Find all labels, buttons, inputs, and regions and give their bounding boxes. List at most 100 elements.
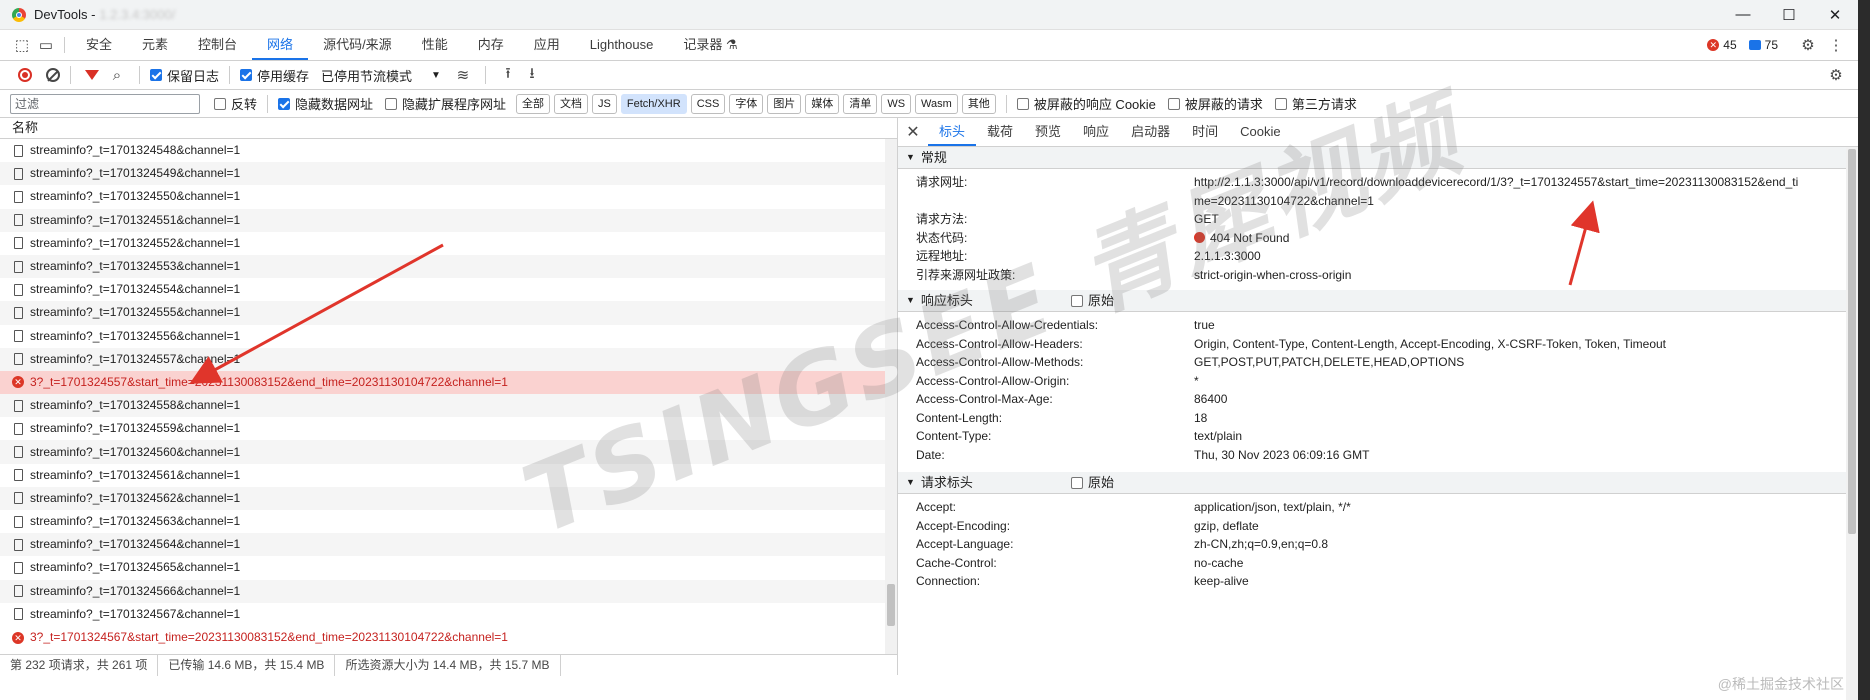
header-value[interactable]: zh-CN,zh;q=0.9,en;q=0.8: [1194, 535, 1846, 554]
header-value[interactable]: 86400: [1194, 390, 1846, 409]
general-section-header[interactable]: ▼ 常规: [898, 147, 1846, 169]
tab-0[interactable]: 安全: [71, 30, 127, 60]
status-code[interactable]: 404 Not Found: [1194, 229, 1846, 248]
tab-4[interactable]: 源代码/来源: [308, 30, 407, 60]
tab-7[interactable]: 应用: [519, 30, 575, 60]
request-row[interactable]: streaminfo?_t=1701324565&channel=1: [0, 556, 885, 579]
request-row[interactable]: streaminfo?_t=1701324559&channel=1: [0, 417, 885, 440]
scrollbar-thumb[interactable]: [1848, 149, 1856, 534]
header-value[interactable]: Thu, 30 Nov 2023 06:09:16 GMT: [1194, 446, 1846, 465]
response-headers-section-header[interactable]: ▼ 响应标头 原始: [898, 290, 1846, 312]
blocked-cookies-checkbox[interactable]: 被屏蔽的响应 Cookie: [1016, 94, 1156, 113]
type-filter-6[interactable]: 图片: [767, 93, 802, 114]
header-value[interactable]: 18: [1194, 409, 1846, 428]
request-headers-section-header[interactable]: ▼ 请求标头 原始: [898, 472, 1846, 494]
tab-3[interactable]: 网络: [252, 30, 309, 60]
header-value[interactable]: 2.1.1.3:3000: [1194, 247, 1846, 266]
type-filter-4[interactable]: CSS: [690, 93, 726, 114]
request-row[interactable]: streaminfo?_t=1701324548&channel=1: [0, 139, 885, 162]
detail-tab-0[interactable]: 标头: [928, 118, 977, 146]
preserve-log-checkbox[interactable]: 保留日志: [150, 66, 219, 85]
header-value[interactable]: keep-alive: [1194, 572, 1846, 591]
inspect-element-icon[interactable]: ⬚: [10, 33, 34, 57]
request-row[interactable]: streaminfo?_t=1701324558&channel=1: [0, 394, 885, 418]
header-value[interactable]: text/plain: [1194, 427, 1846, 446]
type-filter-1[interactable]: 文档: [554, 93, 589, 114]
request-row[interactable]: streaminfo?_t=1701324554&channel=1: [0, 278, 885, 301]
request-row[interactable]: streaminfo?_t=1701324550&channel=1: [0, 185, 885, 208]
type-filter-0[interactable]: 全部: [516, 93, 551, 114]
header-value[interactable]: http://2.1.1.3:3000/api/v1/record/downlo…: [1194, 173, 1846, 210]
issue-badges[interactable]: ✕ 45 75 ⚙ ⋮: [1707, 33, 1848, 57]
minimize-button[interactable]: —: [1720, 6, 1766, 24]
request-row-error[interactable]: ✕ 3?_t=1701324557&start_time=202311300831…: [0, 370, 885, 395]
header-value[interactable]: gzip, deflate: [1194, 517, 1846, 536]
type-filter-7[interactable]: 媒体: [805, 93, 840, 114]
request-row[interactable]: streaminfo?_t=1701324562&channel=1: [0, 486, 885, 510]
filter-input[interactable]: 过滤: [10, 93, 200, 114]
type-filter-11[interactable]: 其他: [961, 93, 996, 114]
request-row-error[interactable]: ✕ 3?_t=1701324567&start_time=202311300831…: [0, 625, 885, 650]
disable-cache-checkbox[interactable]: 停用缓存: [240, 66, 309, 85]
request-list-scrollbar[interactable]: [885, 139, 897, 654]
stop-recording-icon[interactable]: [18, 68, 32, 82]
header-value[interactable]: application/json, text/plain, */*: [1194, 498, 1846, 517]
request-row[interactable]: streaminfo?_t=1701324551&channel=1: [0, 208, 885, 232]
response-raw-checkbox[interactable]: 原始: [1070, 290, 1114, 311]
tab-5[interactable]: 性能: [407, 30, 463, 60]
request-row[interactable]: streaminfo?_t=1701324553&channel=1: [0, 254, 885, 279]
request-row[interactable]: streaminfo?_t=1701324557&channel=1: [0, 347, 885, 371]
tab-8[interactable]: Lighthouse: [575, 30, 669, 60]
maximize-button[interactable]: ☐: [1766, 6, 1812, 24]
header-value[interactable]: strict-origin-when-cross-origin: [1194, 266, 1846, 285]
invert-checkbox[interactable]: 反转: [214, 94, 257, 113]
wifi-conditions-icon[interactable]: ≋: [451, 63, 475, 87]
request-row[interactable]: streaminfo?_t=1701324549&channel=1: [0, 162, 885, 186]
tab-1[interactable]: 元素: [127, 30, 183, 60]
request-row[interactable]: streaminfo?_t=1701324555&channel=1: [0, 301, 885, 325]
request-row[interactable]: streaminfo?_t=1701324560&channel=1: [0, 440, 885, 464]
export-har-icon[interactable]: ⭳: [520, 63, 544, 87]
type-filter-5[interactable]: 字体: [729, 93, 764, 114]
type-filter-8[interactable]: 清单: [843, 93, 878, 114]
close-detail-icon[interactable]: ✕: [898, 122, 928, 142]
type-filter-9[interactable]: WS: [881, 93, 912, 114]
hide-extension-urls-checkbox[interactable]: 隐藏扩展程序网址: [385, 94, 506, 113]
scrollbar-thumb[interactable]: [887, 584, 895, 626]
detail-tab-4[interactable]: 启动器: [1120, 118, 1181, 146]
detail-tab-5[interactable]: 时间: [1181, 118, 1229, 146]
more-menu-icon[interactable]: ⋮: [1824, 33, 1848, 57]
header-value[interactable]: Origin, Content-Type, Content-Length, Ac…: [1194, 335, 1846, 354]
request-row[interactable]: streaminfo?_t=1701324567&channel=1: [0, 603, 885, 626]
request-row[interactable]: streaminfo?_t=1701324552&channel=1: [0, 232, 885, 255]
name-column-header[interactable]: 名称: [0, 118, 897, 139]
type-filter-3[interactable]: Fetch/XHR: [620, 93, 687, 114]
search-icon[interactable]: ⌕: [105, 63, 129, 87]
close-window-button[interactable]: ✕: [1812, 6, 1858, 24]
header-value[interactable]: *: [1194, 372, 1846, 391]
detail-tab-3[interactable]: 响应: [1072, 118, 1120, 146]
request-row[interactable]: streaminfo?_t=1701324563&channel=1: [0, 510, 885, 533]
tab-6[interactable]: 内存: [463, 30, 519, 60]
device-toolbar-icon[interactable]: ▭: [34, 33, 58, 57]
tab-2[interactable]: 控制台: [183, 30, 252, 60]
type-filter-10[interactable]: Wasm: [915, 93, 958, 114]
request-row[interactable]: streaminfo?_t=1701324561&channel=1: [0, 464, 885, 487]
request-row[interactable]: streaminfo?_t=1701324556&channel=1: [0, 325, 885, 348]
gear-icon[interactable]: ⚙: [1796, 33, 1820, 57]
request-row[interactable]: streaminfo?_t=1701324564&channel=1: [0, 533, 885, 557]
third-party-checkbox[interactable]: 第三方请求: [1274, 94, 1357, 113]
hide-data-urls-checkbox[interactable]: 隐藏数据网址: [278, 94, 373, 113]
tab-9[interactable]: 记录器 ⚗: [668, 30, 752, 60]
clear-icon[interactable]: [46, 68, 60, 82]
header-value[interactable]: GET,POST,PUT,PATCH,DELETE,HEAD,OPTIONS: [1194, 353, 1846, 372]
header-value[interactable]: no-cache: [1194, 554, 1846, 573]
import-har-icon[interactable]: ⭱: [496, 63, 520, 87]
filter-icon[interactable]: [85, 70, 99, 80]
request-raw-checkbox[interactable]: 原始: [1070, 472, 1114, 493]
request-row[interactable]: streaminfo?_t=1701324566&channel=1: [0, 579, 885, 603]
network-settings-gear-icon[interactable]: ⚙: [1824, 63, 1848, 87]
type-filter-2[interactable]: JS: [592, 93, 617, 114]
detail-tab-1[interactable]: 载荷: [976, 118, 1024, 146]
detail-scrollbar[interactable]: [1846, 147, 1858, 700]
